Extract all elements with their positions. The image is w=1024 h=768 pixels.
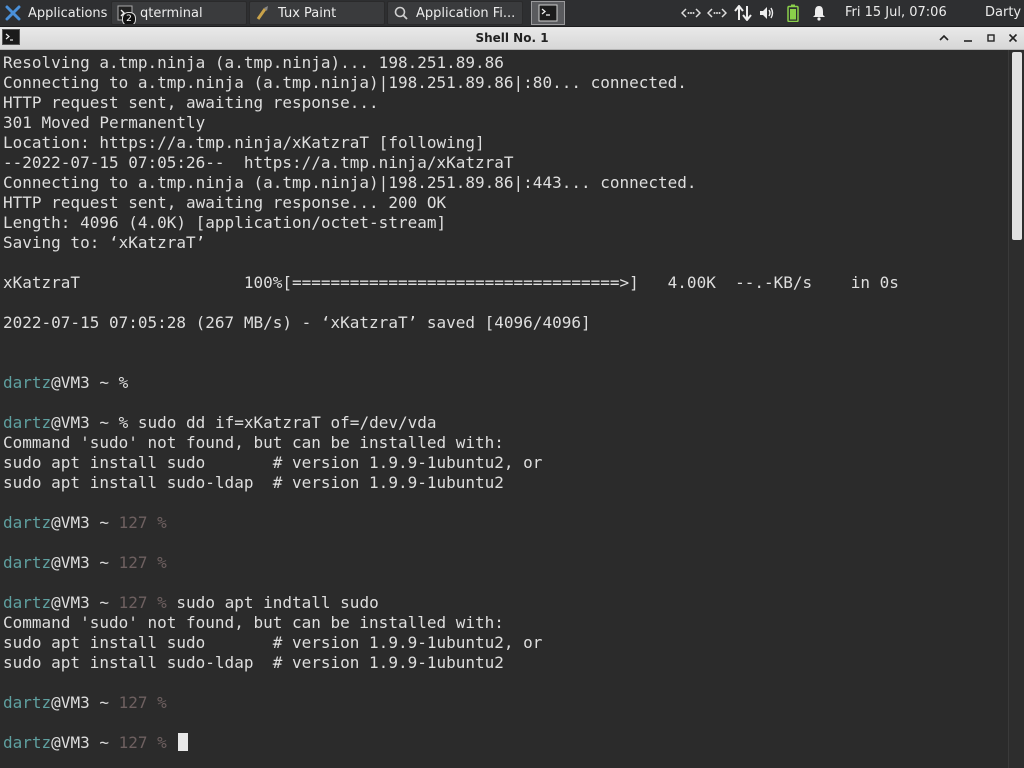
output-line: Connecting to a.tmp.ninja (a.tmp.ninja)|… xyxy=(3,173,697,192)
roll-up-button[interactable] xyxy=(934,28,954,48)
desktop: Applications 2 qterminal Tux Paint Appli… xyxy=(0,0,1024,768)
top-panel: Applications 2 qterminal Tux Paint Appli… xyxy=(0,0,1024,27)
paint-brush-icon xyxy=(254,4,272,22)
prompt-line: dartz@VM3 ~ % xyxy=(3,373,128,393)
notification-bell-icon[interactable] xyxy=(808,4,830,22)
terminal-icon xyxy=(538,4,558,22)
chevron-up-icon xyxy=(938,33,950,43)
battery-icon[interactable] xyxy=(782,4,804,22)
window-titlebar[interactable]: Shell No. 1 xyxy=(0,27,1024,50)
prompt-line: dartz@VM3 ~ 127 % xyxy=(3,513,167,533)
prompt-line: dartz@VM3 ~ 127 % sudo apt indtall sudo xyxy=(3,593,379,613)
maximize-button[interactable] xyxy=(981,28,1001,48)
search-icon xyxy=(392,4,410,22)
prompt-line: dartz@VM3 ~ 127 % xyxy=(3,553,167,573)
command-text: sudo apt indtall sudo xyxy=(166,593,379,612)
applications-menu-button[interactable]: Applications xyxy=(0,1,110,25)
prompt-symbol: % xyxy=(157,693,167,712)
prompt-user: dartz xyxy=(3,513,52,532)
taskbar-item-label: Tux Paint xyxy=(278,5,337,21)
output-line: Resolving a.tmp.ninja (a.tmp.ninja)... 1… xyxy=(3,53,504,72)
transfer-arrows-icon[interactable] xyxy=(732,4,754,22)
prompt-symbol: % xyxy=(157,733,167,752)
prompt-host: @VM3 ~ xyxy=(51,693,119,712)
output-line: Command 'sudo' not found, but can be ins… xyxy=(3,433,504,452)
network-icon[interactable] xyxy=(680,4,702,22)
exit-status: 127 xyxy=(118,593,158,612)
prompt-user: dartz xyxy=(3,733,52,752)
minimize-button[interactable] xyxy=(958,28,978,48)
window-count-badge: 2 xyxy=(122,12,136,24)
window-title: Shell No. 1 xyxy=(475,31,549,45)
system-tray xyxy=(680,0,830,26)
terminal-output[interactable]: Resolving a.tmp.ninja (a.tmp.ninja)... 1… xyxy=(0,50,1008,768)
exit-status: 127 xyxy=(118,553,158,572)
prompt-user: dartz xyxy=(3,373,52,392)
output-line: sudo apt install sudo # version 1.9.9-1u… xyxy=(3,633,543,652)
close-button[interactable] xyxy=(1003,28,1023,48)
prompt-line: dartz@VM3 ~ 127 % xyxy=(3,693,167,713)
taskbar-item-label: qterminal xyxy=(140,5,203,21)
xfce-logo-icon xyxy=(4,4,22,22)
prompt-host: @VM3 ~ xyxy=(51,373,119,392)
prompt-symbol: % xyxy=(157,593,167,612)
prompt-symbol: % xyxy=(118,413,129,432)
output-line: xKatzraT 100%[==========================… xyxy=(3,273,899,292)
prompt-host: @VM3 ~ xyxy=(51,553,119,572)
taskbar-item-qterminal[interactable]: 2 qterminal xyxy=(111,1,247,25)
exit-status: 127 xyxy=(118,733,158,752)
prompt-host: @VM3 ~ xyxy=(51,593,119,612)
prompt-line: dartz@VM3 ~ 127 % xyxy=(3,733,189,753)
text-cursor xyxy=(178,733,189,751)
output-line: 301 Moved Permanently xyxy=(3,113,206,132)
exit-status: 127 xyxy=(118,693,158,712)
close-icon xyxy=(1007,32,1019,44)
output-line: 2022-07-15 07:05:28 (267 MB/s) - ‘xKatzr… xyxy=(3,313,591,332)
output-line: Saving to: ‘xKatzraT’ xyxy=(3,233,206,252)
scrollbar-thumb[interactable] xyxy=(1012,52,1022,240)
output-line: HTTP request sent, awaiting response... … xyxy=(3,193,447,212)
prompt-host: @VM3 ~ xyxy=(51,513,119,532)
taskbar-item-label: Application Fi... xyxy=(416,5,516,21)
output-line: sudo apt install sudo-ldap # version 1.9… xyxy=(3,653,504,672)
terminal-icon: 2 xyxy=(116,4,136,24)
output-line: HTTP request sent, awaiting response... xyxy=(3,93,379,112)
output-line: Location: https://a.tmp.ninja/xKatzraT [… xyxy=(3,133,485,152)
command-text: sudo dd if=xKatzraT of=/dev/vda xyxy=(128,413,437,432)
maximize-icon xyxy=(985,32,997,44)
prompt-user: dartz xyxy=(3,693,52,712)
prompt-line: dartz@VM3 ~ % sudo dd if=xKatzraT of=/de… xyxy=(3,413,437,433)
taskbar-item-tux-paint[interactable]: Tux Paint xyxy=(249,1,385,25)
output-line: Length: 4096 (4.0K) [application/octet-s… xyxy=(3,213,447,232)
output-line: Connecting to a.tmp.ninja (a.tmp.ninja)|… xyxy=(3,73,687,92)
volume-icon[interactable] xyxy=(756,4,778,22)
output-line: Command 'sudo' not found, but can be ins… xyxy=(3,613,504,632)
output-line: sudo apt install sudo-ldap # version 1.9… xyxy=(3,473,504,492)
exit-status: 127 xyxy=(118,513,158,532)
prompt-user: dartz xyxy=(3,553,52,572)
output-line: --2022-07-15 07:05:26-- https://a.tmp.ni… xyxy=(3,153,514,172)
show-terminal-button[interactable] xyxy=(531,1,565,25)
network-icon[interactable] xyxy=(706,4,728,22)
clock[interactable]: Fri 15 Jul, 07:06 xyxy=(845,0,947,26)
command-text xyxy=(167,733,177,752)
user-menu[interactable]: Darty uwu xyxy=(985,0,1024,26)
prompt-host: @VM3 ~ xyxy=(51,733,119,752)
applications-label: Applications xyxy=(28,5,108,21)
prompt-user: dartz xyxy=(3,593,52,612)
prompt-symbol: % xyxy=(157,513,167,532)
prompt-symbol: % xyxy=(118,373,129,392)
terminal-scrollbar[interactable] xyxy=(1008,50,1024,768)
prompt-user: dartz xyxy=(3,413,52,432)
taskbar-item-application-finder[interactable]: Application Fi... xyxy=(387,1,523,25)
prompt-host: @VM3 ~ xyxy=(51,413,119,432)
output-line: sudo apt install sudo # version 1.9.9-1u… xyxy=(3,453,543,472)
minimize-icon xyxy=(962,33,974,43)
prompt-symbol: % xyxy=(157,553,167,572)
